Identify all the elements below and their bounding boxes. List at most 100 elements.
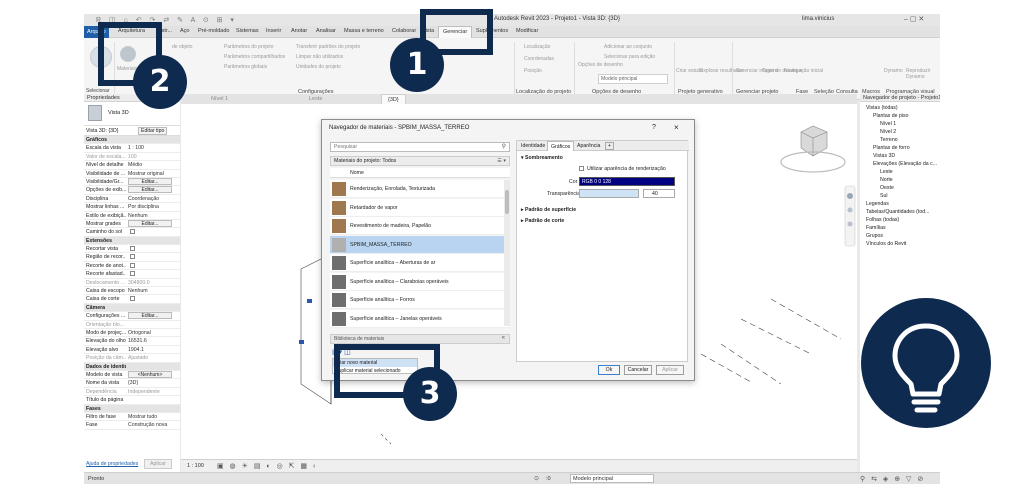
- tab-analisar[interactable]: Analisar: [316, 28, 336, 34]
- property-checkbox[interactable]: [130, 229, 135, 235]
- properties-help-link[interactable]: Ajuda de propriedades: [86, 461, 138, 467]
- transparency-slider[interactable]: [579, 189, 639, 198]
- material-row[interactable]: Superfície analítica – Aberturas de ar: [330, 254, 510, 272]
- browser-node[interactable]: Vistas 3D: [860, 152, 940, 160]
- add-asset-button[interactable]: +: [605, 142, 615, 150]
- ribbon-coordenadas[interactable]: Coordenadas: [524, 56, 554, 62]
- property-button[interactable]: <Nenhum>: [128, 370, 172, 378]
- library-panel-label[interactable]: Biblioteca de materiais: [334, 336, 384, 342]
- tab-identidade[interactable]: Identidade: [521, 143, 545, 149]
- property-value[interactable]: Ajustado: [128, 355, 172, 361]
- ribbon-parametros-projeto[interactable]: Parâmetros do projeto: [224, 44, 273, 50]
- material-row[interactable]: SPBIM_MASSA_TERREO: [330, 235, 510, 254]
- property-section[interactable]: Câmera: [84, 303, 180, 313]
- property-checkbox[interactable]: [130, 254, 135, 260]
- property-value[interactable]: 304800.0: [128, 280, 172, 286]
- property-section[interactable]: Gráficos: [84, 136, 180, 145]
- tab-colaborar[interactable]: Colaborar: [392, 28, 416, 34]
- section-sombreamento[interactable]: ▾ Sombreamento: [521, 155, 563, 161]
- browser-node[interactable]: Vistas (todas): [860, 104, 940, 112]
- ribbon-adicionar-conjunto[interactable]: Adicionar ao conjunto: [604, 44, 652, 50]
- property-checkbox[interactable]: [130, 262, 135, 268]
- collapse-icon[interactable]: «: [502, 335, 505, 341]
- property-value[interactable]: 1904.1: [128, 347, 172, 353]
- tab-pre-moldado[interactable]: Pré-moldado: [198, 28, 230, 34]
- ribbon-limpar-nao-utilizados[interactable]: Limpar não utilizados: [296, 54, 343, 60]
- browser-node[interactable]: Plantas de piso: [860, 112, 940, 120]
- ribbon-posicao[interactable]: Posição: [524, 68, 542, 74]
- instance-filter[interactable]: Vista 3D: {3D}: [86, 128, 119, 134]
- browser-node[interactable]: Elevações (Elevação da c...: [860, 160, 940, 168]
- property-section[interactable]: Fases: [84, 404, 180, 413]
- ok-button[interactable]: Ok: [598, 365, 620, 375]
- use-render-checkbox[interactable]: [579, 166, 584, 171]
- browser-node[interactable]: Terreno: [860, 136, 940, 144]
- cancel-button[interactable]: Cancelar: [624, 365, 652, 375]
- property-value[interactable]: Mostrar tudo: [128, 414, 172, 420]
- search-input[interactable]: Pesquisar ⚲: [330, 142, 510, 152]
- ribbon-unidades-projeto[interactable]: Unidades do projeto: [296, 64, 341, 70]
- user-name[interactable]: lima.vinicius: [802, 16, 834, 22]
- browser-node[interactable]: Norte: [860, 176, 940, 184]
- property-value[interactable]: 1 : 100: [128, 145, 172, 151]
- close-button[interactable]: ×: [674, 123, 679, 132]
- property-value[interactable]: {3D}: [128, 380, 172, 386]
- property-value[interactable]: Coordenação: [128, 196, 172, 202]
- property-button[interactable]: Editar...: [128, 312, 172, 320]
- active-workset[interactable]: Modelo principal: [570, 474, 654, 483]
- browser-node[interactable]: Plantas de forro: [860, 144, 940, 152]
- tab-massa-terreno[interactable]: Massa e terreno: [344, 28, 384, 34]
- property-value[interactable]: 100: [128, 154, 172, 160]
- tab-graficos[interactable]: Gráficos: [547, 141, 575, 151]
- ribbon-dynamo[interactable]: Dynamo: [884, 68, 903, 74]
- property-button[interactable]: Editar...: [128, 219, 172, 227]
- edit-type-button[interactable]: Editar tipo: [138, 127, 168, 135]
- browser-node[interactable]: Famílias: [860, 224, 940, 232]
- property-value[interactable]: Mostrar original: [128, 171, 172, 177]
- material-row[interactable]: Revestimento de madeira, Papelão: [330, 217, 510, 235]
- help-button[interactable]: ?: [652, 124, 656, 131]
- ribbon-estilos-objeto[interactable]: de objeto: [172, 44, 193, 50]
- view-tab-nivel-1[interactable]: Nível 1: [211, 96, 228, 102]
- browser-node[interactable]: Vínculos do Revit: [860, 240, 940, 248]
- ribbon-navegacao-inicial[interactable]: Navegação inicial: [784, 68, 823, 74]
- tab-modificar[interactable]: Modificar: [516, 28, 538, 34]
- ribbon-parametros-compartilhados[interactable]: Parâmetros compartilhados: [224, 54, 285, 60]
- property-checkbox[interactable]: [130, 246, 135, 252]
- view-control-icons[interactable]: ▣ ◍ ☀ ▤ ◐ ◎ ⇱ ▦ ‹: [217, 462, 317, 470]
- dialog-apply-button[interactable]: Aplicar: [656, 365, 684, 375]
- view-tab-leste[interactable]: Leste: [309, 96, 322, 102]
- design-option-select[interactable]: Modelo principal: [598, 74, 668, 84]
- tab-inserir[interactable]: Inserir: [266, 28, 281, 34]
- view-tab-3d[interactable]: {3D}: [381, 94, 406, 104]
- ribbon-selecionar-edicao[interactable]: Selecionar para edição: [604, 54, 655, 60]
- view-scale[interactable]: 1 : 100: [187, 463, 204, 469]
- property-section[interactable]: Extensões: [84, 236, 180, 246]
- library-filter[interactable]: Materiais do projeto: Todos: [334, 158, 396, 164]
- material-row[interactable]: Renderização, Enrolada, Texturizada: [330, 180, 510, 198]
- property-value[interactable]: Nenhum: [128, 288, 172, 294]
- property-value[interactable]: Construção nova: [128, 422, 172, 428]
- property-value[interactable]: Nenhum: [128, 213, 172, 219]
- property-checkbox[interactable]: [130, 271, 135, 277]
- ribbon-localizacao[interactable]: Localização: [524, 44, 550, 50]
- browser-node[interactable]: Folhas (todas): [860, 216, 940, 224]
- property-section[interactable]: Dados de identidade: [84, 362, 180, 371]
- browser-node[interactable]: Nível 2: [860, 128, 940, 136]
- property-checkbox[interactable]: [130, 296, 135, 302]
- selection-filter-icons[interactable]: ⚲ ⇆ ◈ ⊕ ▽ ⊘: [860, 475, 925, 483]
- color-swatch[interactable]: RGB 0 0 128: [579, 177, 675, 186]
- section-surface-pattern[interactable]: ▸ Padrão de superfície: [521, 207, 576, 213]
- tab-anotar[interactable]: Anotar: [291, 28, 307, 34]
- material-row[interactable]: Retardador de vapor: [330, 198, 510, 217]
- window-controls[interactable]: – ▢ ✕: [904, 15, 924, 23]
- property-value[interactable]: 16531.6: [128, 338, 172, 344]
- ribbon-opcoes-desenho[interactable]: Opções de desenho: [578, 62, 623, 68]
- property-button[interactable]: Editar...: [128, 177, 172, 185]
- tab-aparencia[interactable]: Aparência: [577, 143, 600, 149]
- property-value[interactable]: Por disciplina: [128, 204, 172, 210]
- material-list-scrollbar[interactable]: [504, 180, 510, 326]
- material-row[interactable]: Superfície analítica – Claraboias operáv…: [330, 272, 510, 291]
- material-row[interactable]: Superfície analítica – Janelas operáveis: [330, 309, 510, 328]
- property-value[interactable]: Médio: [128, 162, 172, 168]
